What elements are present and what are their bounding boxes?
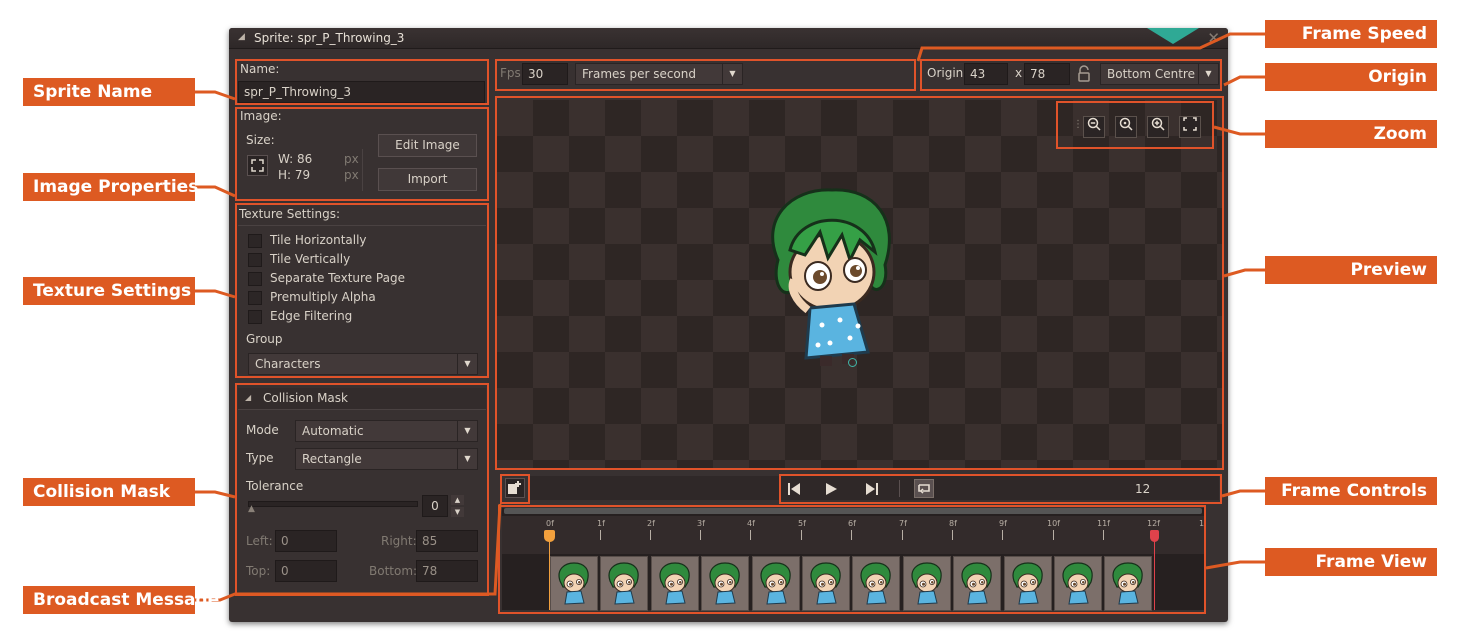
window-title: Sprite: spr_P_Throwing_3 <box>254 31 405 45</box>
highlight-preview <box>495 96 1224 470</box>
highlight-frame-controls <box>779 474 1222 504</box>
window-accent <box>1147 28 1199 44</box>
tag-frame-controls: Frame Controls <box>1265 477 1437 505</box>
tag-origin: Origin <box>1265 63 1437 91</box>
tag-zoom: Zoom <box>1265 120 1437 148</box>
tag-texture-settings: Texture Settings <box>23 277 195 305</box>
highlight-origin <box>920 59 1222 91</box>
tag-frame-speed: Frame Speed <box>1265 20 1437 48</box>
highlight-frame-speed <box>495 59 916 91</box>
tag-frame-view: Frame View <box>1265 548 1437 576</box>
highlight-image-properties <box>235 107 489 201</box>
highlight-sprite-name <box>235 59 489 105</box>
tag-sprite-name: Sprite Name <box>23 78 195 106</box>
title-bar[interactable]: ◢ Sprite: spr_P_Throwing_3 ✕ <box>229 28 1228 49</box>
tag-collision-mask: Collision Mask <box>23 478 195 506</box>
highlight-texture-settings <box>235 203 489 378</box>
close-icon[interactable]: ✕ <box>1207 29 1220 47</box>
highlight-broadcast <box>500 474 530 504</box>
tag-image-properties: Image Properties <box>23 173 198 201</box>
highlight-collision-mask <box>235 383 489 596</box>
tag-broadcast-message: Broadcast Message <box>23 586 219 614</box>
tag-preview: Preview <box>1265 256 1437 284</box>
collapse-triangle-icon[interactable]: ◢ <box>238 32 245 42</box>
highlight-frame-view <box>498 505 1206 614</box>
